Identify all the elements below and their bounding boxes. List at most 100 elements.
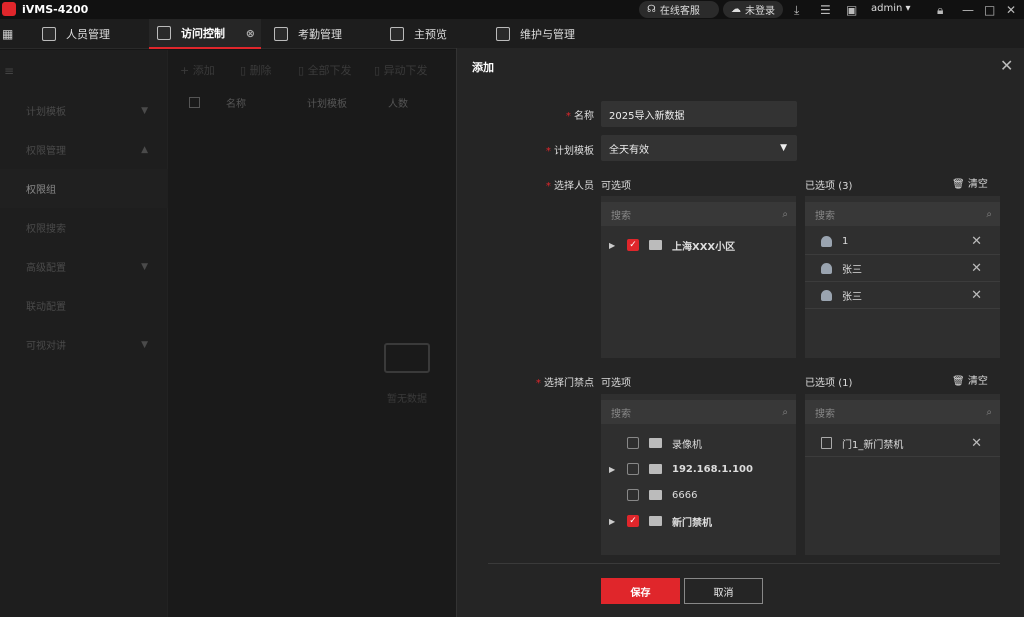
tree-item[interactable]: 6666 bbox=[609, 482, 796, 508]
empty-text: 暂无数据 bbox=[387, 394, 427, 405]
sidebar-item-advanced-config[interactable]: 高级配置 ▼ bbox=[0, 247, 168, 286]
sidebar-item-label: 计划模板 bbox=[26, 107, 66, 118]
cancel-button[interactable]: 取消 bbox=[684, 578, 763, 604]
grid-menu-icon[interactable]: ▦ bbox=[2, 27, 13, 41]
expand-arrow-icon[interactable]: ▶ bbox=[609, 241, 617, 250]
tab-maintenance[interactable]: 维护与管理 bbox=[488, 19, 598, 49]
tab-main-preview[interactable]: 主预览 bbox=[382, 19, 482, 49]
add-button[interactable]: + 添加 bbox=[180, 62, 215, 78]
module-tab-bar: ▦ 人员管理 访问控制 ⊗ 考勤管理 主预览 维护与管理 bbox=[0, 19, 1024, 49]
remove-icon[interactable]: ✕ bbox=[971, 234, 982, 249]
column-header-name[interactable]: 名称 bbox=[226, 95, 246, 110]
door-icon bbox=[821, 437, 832, 449]
checkbox[interactable] bbox=[627, 437, 639, 449]
remove-icon[interactable]: ✕ bbox=[971, 288, 982, 303]
checkbox[interactable]: ✓ bbox=[627, 239, 639, 251]
tab-label: 访问控制 bbox=[181, 27, 225, 40]
checkbox[interactable] bbox=[627, 489, 639, 501]
download-icon[interactable]: ⤓ bbox=[794, 3, 799, 18]
app-title: iVMS-4200 bbox=[22, 3, 89, 16]
available-label: 可选项 bbox=[601, 181, 631, 192]
tree-item[interactable]: ▶ ✓ 新门禁机 bbox=[609, 508, 796, 534]
sidebar-item-label: 权限管理 bbox=[26, 146, 66, 157]
person-card-icon bbox=[42, 27, 56, 41]
login-status-button[interactable]: ☁ 未登录 bbox=[723, 1, 783, 18]
sidebar-item-permission-group[interactable]: 权限组 bbox=[0, 169, 168, 208]
online-service-label: 在线客服 bbox=[659, 6, 700, 17]
tab-label: 主预览 bbox=[414, 28, 447, 41]
door-search-input[interactable]: 搜索 ⌕ bbox=[601, 400, 796, 424]
clear-persons-button[interactable]: 🗑︎ 清空 bbox=[952, 175, 988, 190]
sidebar-item-permission-search[interactable]: 权限搜索 bbox=[0, 208, 168, 247]
delete-label: 删除 bbox=[249, 64, 272, 77]
selected-person-name: 1 bbox=[842, 235, 849, 247]
person-selected-panel: 搜索 ⌕ 1 ✕ 张三 ✕ 张三 ✕ bbox=[805, 196, 1000, 358]
list-icon[interactable]: ☰ bbox=[820, 3, 831, 17]
person-search-input[interactable]: 搜索 ⌕ bbox=[601, 202, 796, 226]
selected-door-search-input[interactable]: 搜索 ⌕ bbox=[805, 400, 1000, 424]
folder-icon bbox=[649, 464, 662, 474]
tab-close-icon[interactable]: ⊗ bbox=[246, 27, 255, 40]
delete-button[interactable]: ▯ 删除 bbox=[240, 62, 272, 78]
tab-person-management[interactable]: 人员管理 bbox=[34, 19, 144, 49]
trash-icon: 🗑︎ bbox=[952, 376, 965, 387]
expand-arrow-icon[interactable]: ▶ bbox=[609, 465, 617, 474]
column-header-template[interactable]: 计划模板 bbox=[307, 95, 347, 110]
close-window-icon[interactable]: ✕ bbox=[1006, 3, 1016, 17]
name-field[interactable]: 2025导入新数据 bbox=[601, 101, 797, 127]
sidebar-item-permission-management[interactable]: 权限管理 ▲ bbox=[0, 130, 168, 169]
image-icon[interactable]: ▣ bbox=[846, 3, 857, 17]
template-select-value: 全天有效 bbox=[609, 144, 649, 156]
tree-item-label: 192.168.1.100 bbox=[672, 463, 753, 475]
sidebar-item-label: 权限搜索 bbox=[26, 224, 66, 235]
selected-door-name: 门1_新门禁机 bbox=[842, 439, 904, 451]
selected-person-search-input[interactable]: 搜索 ⌕ bbox=[805, 202, 1000, 226]
chevron-down-icon: ▼ bbox=[780, 143, 787, 153]
issue-all-button[interactable]: ▯ 全部下发 bbox=[298, 62, 352, 78]
sidebar-item-schedule-template[interactable]: 计划模板 ▼ bbox=[0, 91, 168, 130]
template-select[interactable]: 全天有效 ▼ bbox=[601, 135, 797, 161]
folder-icon bbox=[649, 438, 662, 448]
issue-changed-button[interactable]: ▯ 异动下发 bbox=[374, 62, 428, 78]
tab-access-control[interactable]: 访问控制 ⊗ bbox=[149, 19, 261, 49]
sidebar-item-linkage-config[interactable]: 联动配置 bbox=[0, 286, 168, 325]
minimize-icon[interactable]: — bbox=[962, 3, 974, 17]
selected-person-name: 张三 bbox=[842, 291, 862, 303]
selected-persons-header: 已选项 (3) bbox=[805, 181, 853, 192]
user-menu[interactable]: admin ▾ bbox=[871, 3, 911, 14]
tree-item[interactable]: ▶ 192.168.1.100 bbox=[609, 456, 796, 482]
person-available-panel: 搜索 ⌕ ▶ ✓ 上海XXX小区 bbox=[601, 196, 796, 358]
column-header-count[interactable]: 人数 bbox=[388, 95, 408, 110]
remove-icon[interactable]: ✕ bbox=[971, 261, 982, 276]
maximize-icon[interactable]: □ bbox=[984, 3, 995, 17]
remove-icon[interactable]: ✕ bbox=[971, 436, 982, 451]
selected-door-row: 门1_新门禁机 ✕ bbox=[805, 430, 1000, 457]
title-bar: iVMS-4200 ☊ 在线客服 ☁ 未登录 ⤓ ☰ ▣ admin ▾ 🔒︎ … bbox=[0, 0, 1024, 19]
chevron-down-icon: ▼ bbox=[141, 105, 148, 116]
sidebar-item-video-intercom[interactable]: 可视对讲 ▼ bbox=[0, 325, 168, 364]
checkbox[interactable]: ✓ bbox=[627, 515, 639, 527]
tab-attendance[interactable]: 考勤管理 bbox=[266, 19, 376, 49]
chevron-down-icon: ▼ bbox=[141, 261, 148, 272]
tree-item-label: 新门禁机 bbox=[672, 517, 712, 529]
tree-item[interactable]: ▶ ✓ 上海XXX小区 bbox=[601, 232, 796, 258]
save-button[interactable]: 保存 bbox=[601, 578, 680, 604]
tree-item[interactable]: 录像机 bbox=[609, 430, 796, 456]
chevron-up-icon: ▲ bbox=[141, 144, 148, 155]
lock-icon[interactable]: 🔒︎ bbox=[937, 3, 943, 18]
dialog-footer-divider bbox=[488, 563, 1000, 564]
person-icon bbox=[821, 262, 832, 274]
checkbox[interactable] bbox=[627, 463, 639, 475]
collapse-menu-icon[interactable]: ≡ bbox=[4, 64, 14, 78]
cloud-icon: ☁ bbox=[731, 4, 741, 15]
clear-doors-button[interactable]: 🗑︎ 清空 bbox=[952, 372, 988, 387]
online-service-button[interactable]: ☊ 在线客服 bbox=[639, 1, 719, 18]
select-all-checkbox[interactable] bbox=[189, 97, 200, 108]
sidebar: ≡ 计划模板 ▼ 权限管理 ▲ 权限组 权限搜索 高级配置 ▼ 联动配置 可视对讲 ▼ bbox=[0, 50, 168, 617]
sidebar-item-label: 可视对讲 bbox=[26, 341, 66, 352]
tree-item-label: 6666 bbox=[672, 489, 698, 501]
close-icon[interactable]: ✕ bbox=[1000, 56, 1013, 75]
door-selected-panel: 搜索 ⌕ 门1_新门禁机 ✕ bbox=[805, 394, 1000, 555]
folder-icon bbox=[649, 490, 662, 500]
expand-arrow-icon[interactable]: ▶ bbox=[609, 517, 617, 526]
